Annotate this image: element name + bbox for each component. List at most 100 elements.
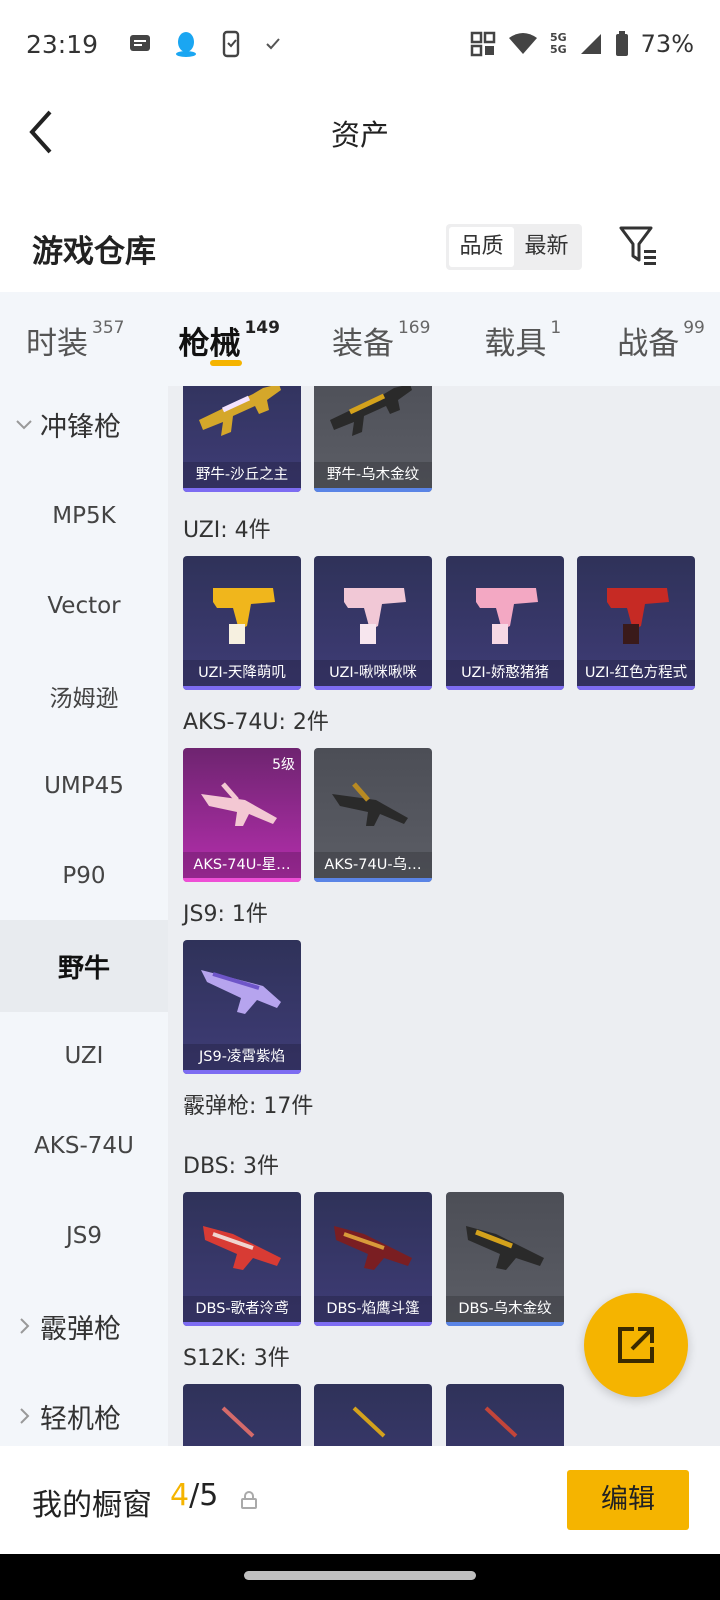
skin-card[interactable] — [314, 1384, 432, 1446]
rarity-bar — [183, 1070, 301, 1074]
tab-indicator — [210, 360, 243, 366]
category-tabs: 时装 357 枪械 149 装备 169 载具 1 战备 99 — [0, 292, 720, 386]
rarity-bar — [183, 1322, 301, 1326]
sidebar-item-ump45[interactable]: UMP45 — [0, 740, 168, 832]
tab-label: 枪械 — [178, 326, 241, 362]
chevron-down-icon — [16, 420, 32, 430]
sidebar-group-smg[interactable]: 冲锋枪 — [0, 386, 168, 470]
tab-label: 战备 — [617, 326, 680, 362]
showcase-current: 4 — [170, 1478, 190, 1513]
rarity-bar — [314, 878, 432, 882]
sidebar-item-bizon[interactable]: 野牛 — [0, 920, 168, 1012]
skin-name: UZI-娇憨猪猪 — [446, 660, 564, 686]
sidebar-group-lmg[interactable]: 轻机枪 — [0, 1370, 168, 1446]
tab-guns[interactable]: 枪械 149 — [178, 292, 280, 386]
share-button[interactable] — [584, 1293, 688, 1397]
tab-fashion[interactable]: 时装 357 — [26, 292, 124, 386]
gun-skin-icon — [203, 1226, 281, 1270]
sidebar-item-uzi[interactable]: UZI — [0, 1010, 168, 1102]
rarity-bar — [183, 686, 301, 690]
skin-card[interactable]: AKS-74U-乌… — [314, 748, 432, 882]
gun-skin-icon — [213, 588, 275, 644]
sidebar-group-shotgun[interactable]: 霰弹枪 — [0, 1280, 168, 1372]
share-external-icon — [618, 1327, 654, 1363]
gun-skin-icon — [199, 386, 281, 436]
skin-card[interactable]: 野牛-沙丘之主 — [183, 386, 301, 492]
edit-button[interactable]: 编辑 — [567, 1470, 689, 1530]
skin-name: JS9-凌霄紫焰 — [183, 1044, 301, 1070]
rarity-bar — [183, 878, 301, 882]
skin-card[interactable]: DBS-焰鹰斗篷 — [314, 1192, 432, 1326]
filter-icon[interactable] — [618, 222, 658, 268]
rarity-bar — [446, 1322, 564, 1326]
tab-label: 装备 — [331, 326, 394, 362]
gun-skin-icon — [466, 1226, 544, 1270]
sidebar-group-label: 轻机枪 — [40, 1403, 121, 1435]
skin-name: AKS-74U-乌… — [314, 852, 432, 878]
showcase-count: 4/5 — [170, 1478, 218, 1513]
rarity-bar — [446, 686, 564, 690]
sidebar-item-js9[interactable]: JS9 — [0, 1190, 168, 1282]
skin-card[interactable]: DBS-乌木金纹 — [446, 1192, 564, 1326]
skin-card[interactable]: 野牛-乌木金纹 — [314, 386, 432, 492]
page-header: 资产 — [0, 88, 720, 176]
tab-count: 149 — [244, 318, 280, 338]
rarity-bar — [314, 1322, 432, 1326]
showcase-bar: 我的橱窗 4/5 编辑 — [0, 1446, 720, 1554]
section-label-s12k: S12K: 3件 — [183, 1346, 290, 1371]
sidebar-item-p90[interactable]: P90 — [0, 830, 168, 922]
lock-icon — [241, 1491, 257, 1509]
home-gesture-handle[interactable] — [244, 1571, 476, 1580]
gun-skin-icon — [334, 1226, 412, 1270]
rarity-bar — [314, 686, 432, 690]
sidebar-item-aks74u[interactable]: AKS-74U — [0, 1100, 168, 1192]
chevron-right-icon — [20, 1408, 30, 1424]
skin-name: 野牛-沙丘之主 — [183, 462, 301, 488]
gun-skin-icon — [344, 588, 406, 644]
tab-count: 1 — [550, 318, 562, 338]
rarity-bar — [577, 686, 695, 690]
skin-card[interactable]: 5级 AKS-74U-星… — [183, 748, 301, 882]
skin-name: UZI-天降萌叽 — [183, 660, 301, 686]
section-label-aks74u: AKS-74U: 2件 — [183, 710, 329, 735]
skin-card[interactable]: UZI-红色方程式 — [577, 556, 695, 690]
skin-card[interactable] — [183, 1384, 301, 1446]
status-bar: 23:19 5G 5G 73% — [0, 0, 720, 88]
sidebar-item-vector[interactable]: Vector — [0, 560, 168, 652]
sidebar-item-thompson[interactable]: 汤姆逊 — [0, 650, 168, 742]
section-label-dbs: DBS: 3件 — [183, 1154, 280, 1179]
sidebar-item-mp5k[interactable]: MP5K — [0, 470, 168, 562]
tab-label: 载具 — [484, 326, 547, 362]
sidebar-group-label: 霰弹枪 — [40, 1313, 121, 1345]
skin-card[interactable] — [446, 1384, 564, 1446]
rarity-bar — [183, 488, 301, 492]
section-label-js9: JS9: 1件 — [183, 902, 268, 927]
tab-supplies[interactable]: 战备 99 — [617, 292, 705, 386]
gun-skin-icon — [484, 1406, 518, 1438]
skin-name: UZI-啾咪啾咪 — [314, 660, 432, 686]
system-nav-bar — [0, 1554, 720, 1600]
warehouse-header: 游戏仓库 品质 最新 — [0, 212, 720, 284]
sort-toggle: 品质 最新 — [446, 224, 582, 270]
sort-newest-button[interactable]: 最新 — [514, 227, 579, 267]
skin-card[interactable]: UZI-天降萌叽 — [183, 556, 301, 690]
status-time: 23:19 — [26, 29, 99, 59]
tab-vehicles[interactable]: 载具 1 — [484, 292, 561, 386]
section-label-uzi: UZI: 4件 — [183, 518, 271, 543]
skin-name: AKS-74U-星… — [183, 852, 301, 878]
warehouse-title: 游戏仓库 — [32, 234, 156, 270]
tab-equipment[interactable]: 装备 169 — [332, 292, 430, 386]
skin-card[interactable]: DBS-歌者泠鸢 — [183, 1192, 301, 1326]
gun-skin-icon — [330, 386, 412, 436]
skin-card[interactable]: UZI-娇憨猪猪 — [446, 556, 564, 690]
tab-count: 99 — [683, 318, 705, 338]
nfc-icon — [470, 31, 496, 57]
skin-name: 野牛-乌木金纹 — [314, 462, 432, 488]
wifi-icon — [508, 33, 537, 54]
skin-card[interactable]: UZI-啾咪啾咪 — [314, 556, 432, 690]
skin-card[interactable]: JS9-凌霄紫焰 — [183, 940, 301, 1074]
skin-name: UZI-红色方程式 — [577, 660, 695, 686]
skin-name: DBS-歌者泠鸢 — [183, 1296, 301, 1322]
sort-quality-button[interactable]: 品质 — [449, 227, 514, 267]
notification-icons — [128, 30, 282, 58]
